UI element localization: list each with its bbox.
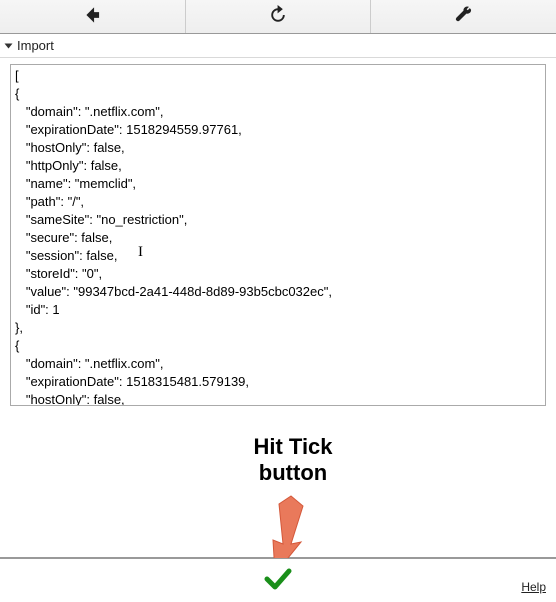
settings-button[interactable] bbox=[371, 0, 556, 33]
back-button[interactable] bbox=[0, 0, 186, 33]
top-toolbar bbox=[0, 0, 556, 34]
refresh-button[interactable] bbox=[186, 0, 372, 33]
bottom-bar: Help bbox=[0, 558, 556, 602]
annotation-text: Hit Tick button bbox=[228, 434, 358, 486]
annotation-line1: Hit Tick bbox=[253, 434, 332, 459]
wrench-icon bbox=[454, 5, 474, 28]
collapse-triangle-icon bbox=[5, 43, 13, 48]
refresh-icon bbox=[268, 5, 288, 28]
editor-area: I bbox=[0, 58, 556, 415]
section-title: Import bbox=[17, 38, 54, 53]
back-arrow-icon bbox=[82, 5, 102, 28]
annotation-overlay: Hit Tick button bbox=[0, 428, 556, 558]
import-json-textarea[interactable] bbox=[10, 64, 546, 406]
help-link[interactable]: Help bbox=[521, 580, 546, 594]
annotation-line2: button bbox=[259, 460, 327, 485]
checkmark-icon bbox=[264, 567, 292, 594]
import-section-header[interactable]: Import bbox=[0, 34, 556, 58]
confirm-tick-button[interactable] bbox=[258, 566, 298, 596]
